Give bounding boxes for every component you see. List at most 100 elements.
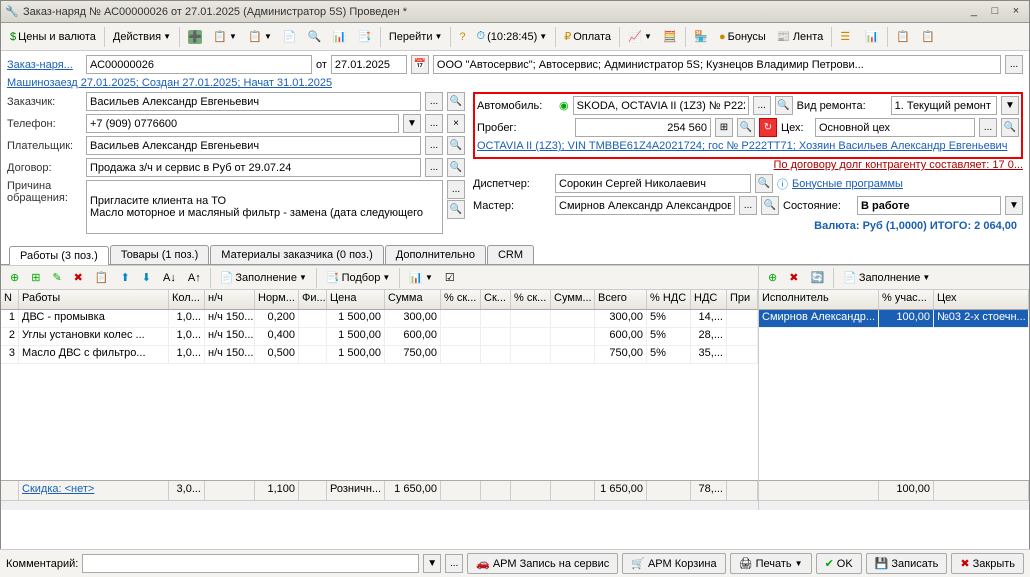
phone-ellipsis[interactable]: ... [425,114,443,133]
tb-icon-1[interactable]: ➕ [183,27,207,47]
arm-service-button[interactable]: 🚗АРМ Запись на сервис [467,553,618,574]
contract-ellipsis[interactable]: ... [425,158,443,177]
phone-dd[interactable]: ▼ [403,114,421,133]
grid-insert-icon[interactable]: ⊞ [26,268,45,287]
table-row[interactable]: 3Масло ДВС с фильтро...1,0...н/ч 150...0… [1,346,758,364]
grid-sort1-icon[interactable]: A↓ [158,269,181,287]
grid-down-icon[interactable]: ⬇ [137,268,156,287]
sost-input[interactable] [861,200,997,212]
auto-input[interactable] [577,100,745,112]
vin-link[interactable]: OCTAVIA II (1Z3); VIN TMBBE61Z4A2021724;… [477,140,1007,152]
gh-pnds[interactable]: % НДС [647,290,691,309]
close-button-bottom[interactable]: ✖Закрыть [951,553,1024,574]
reason-ellipsis[interactable]: ... [447,180,465,199]
gh2-isp[interactable]: Исполнитель [759,290,879,309]
zakaznaryad-link[interactable]: Заказ-наря... [7,59,82,71]
payer-search-icon[interactable]: 🔍 [447,136,465,155]
ceh-ellipsis[interactable]: ... [979,118,997,137]
gh2-ceh[interactable]: Цех [934,290,1029,309]
grid-right-scrollbar[interactable] [759,500,1029,510]
table-row[interactable]: 2Углы установки колес ...1,0...н/ч 150..… [1,328,758,346]
goto-button[interactable]: Перейти▼ [384,28,448,46]
print-button[interactable]: 🖨Печать▼ [730,553,812,574]
grid-icon-a[interactable]: 📊▼ [404,268,438,287]
tb-icon-10[interactable]: 🏪 [689,27,713,47]
probeg-warn-icon[interactable]: ↻ [759,118,777,137]
tab-additional[interactable]: Дополнительно [385,245,486,264]
phone-x[interactable]: × [447,114,465,133]
comment-input[interactable] [86,558,415,570]
reason-search-icon[interactable]: 🔍 [447,200,465,219]
podbor-button[interactable]: 📑Подбор▼ [321,268,395,287]
gh-psk2[interactable]: % ск... [511,290,551,309]
customer-ellipsis[interactable]: ... [425,92,443,111]
gr-delete-icon[interactable]: ✖ [784,268,803,287]
tb-icon-2[interactable]: 📋▼ [208,27,242,47]
disp-search-icon[interactable]: 🔍 [755,174,773,193]
gh-vsego[interactable]: Всего [595,290,647,309]
bonusprog-link[interactable]: Бонусные программы [792,178,903,190]
grid-add-icon[interactable]: ⊕ [5,268,24,287]
gh-norm[interactable]: Норм... [255,290,299,309]
gh2-puch[interactable]: % учас... [879,290,934,309]
ceh-input[interactable] [819,122,971,134]
comment-dd[interactable]: ▼ [423,554,441,573]
tb-icon-14[interactable]: 📋 [916,27,940,47]
gr-refresh-icon[interactable]: 🔄 [805,268,829,287]
info-icon[interactable]: ⓘ [777,176,788,192]
payment-button[interactable]: ₽Оплата [559,27,616,46]
help-icon[interactable]: ? [454,28,470,46]
gh-nch[interactable]: н/ч [205,290,255,309]
tb-icon-5[interactable]: 🔍 [303,27,327,47]
auto-search-icon[interactable]: 🔍 [775,96,793,115]
prices-button[interactable]: $Цены и валюта [5,28,101,46]
tab-crm[interactable]: CRM [487,245,534,264]
gr-add-icon[interactable]: ⊕ [763,268,782,287]
minimize-button[interactable]: _ [965,5,983,19]
actions-button[interactable]: Действия▼ [108,28,176,46]
gh-nds[interactable]: НДС [691,290,727,309]
grid-sort2-icon[interactable]: A↑ [183,269,206,287]
vidrem-input[interactable] [895,100,993,112]
gh-sk[interactable]: Ск... [481,290,511,309]
close-button[interactable]: × [1007,5,1025,19]
gh-psk[interactable]: % ск... [441,290,481,309]
probeg-search-icon[interactable]: 🔍 [737,118,755,137]
calendar-icon[interactable]: 📅 [411,55,429,74]
gh-fi[interactable]: Фи... [299,290,327,309]
save-button[interactable]: 💾Записать [866,553,948,574]
gh-n[interactable]: N [1,290,19,309]
gh-cena[interactable]: Цена [327,290,385,309]
payer-ellipsis[interactable]: ... [425,136,443,155]
fill-button[interactable]: 📄Заполнение▼ [215,268,312,287]
customer-input[interactable] [90,96,417,108]
skidka-link[interactable]: Скидка: <нет> [19,481,169,500]
grid-icon-b[interactable]: ☑ [440,268,460,287]
tb-icon-13[interactable]: 📋 [891,27,915,47]
tb-icon-4[interactable]: 📄 [278,27,302,47]
sost-dd[interactable]: ▼ [1005,196,1023,215]
grid-copy-icon[interactable]: 📋 [90,268,114,287]
tab-materials[interactable]: Материалы заказчика (0 поз.) [210,245,384,264]
master-ellipsis[interactable]: ... [739,196,757,215]
tb-icon-3[interactable]: 📋▼ [243,27,277,47]
maximize-button[interactable]: □ [986,5,1004,19]
probeg-input[interactable] [579,122,707,134]
table-row[interactable]: 1ДВС - промывка1,0...н/ч 150...0,2001 50… [1,310,758,328]
comment-ellipsis[interactable]: ... [445,554,463,573]
vidrem-dd[interactable]: ▼ [1001,96,1019,115]
history-link[interactable]: Машинозаезд 27.01.2025; Создан 27.01.202… [7,77,332,89]
debt-link[interactable]: По договору долг контрагенту составляет:… [473,159,1023,171]
gh-kol[interactable]: Кол... [169,290,205,309]
tb-icon-6[interactable]: 📊 [328,27,352,47]
number-input[interactable] [90,59,308,71]
master-input[interactable] [559,200,731,212]
disp-input[interactable] [559,178,747,190]
arm-cart-button[interactable]: 🛒АРМ Корзина [622,553,725,574]
payer-input[interactable] [90,140,417,152]
grid-left-body[interactable]: 1ДВС - промывка1,0...н/ч 150...0,2001 50… [1,310,758,480]
auto-ellipsis[interactable]: ... [753,96,771,115]
ok-button[interactable]: ✔OK [816,553,862,574]
tb-icon-12[interactable]: 📊 [860,27,884,47]
tab-works[interactable]: Работы (3 поз.) [9,246,109,265]
